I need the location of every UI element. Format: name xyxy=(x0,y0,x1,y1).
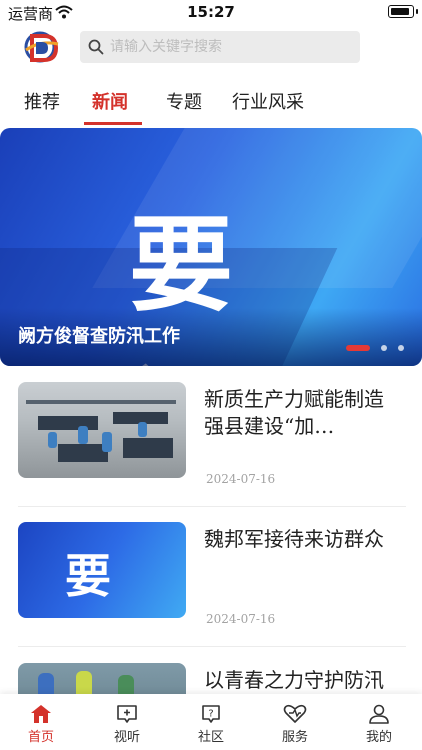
carousel-dot[interactable] xyxy=(380,344,387,351)
news-title[interactable]: 新质生产力赋能制造强县建设“加… xyxy=(204,386,394,440)
tab-industry[interactable]: 行业风采 xyxy=(232,88,304,114)
thumbnail-text: 要 闻 xyxy=(65,549,139,618)
top-bar xyxy=(0,26,422,74)
bottom-tab-bar: 首页 视听 ? 社区 服务 我的 xyxy=(0,694,422,750)
news-item[interactable]: 新质生产力赋能制造强县建设“加… 2024-07-16 xyxy=(18,382,406,492)
tabbar-item-service[interactable]: 服务 xyxy=(260,698,330,745)
tabbar-item-community[interactable]: ? 社区 xyxy=(176,698,246,745)
battery-tip xyxy=(416,9,418,14)
news-thumbnail[interactable]: 要 闻 xyxy=(18,522,186,618)
profile-icon xyxy=(369,704,389,724)
svg-text:?: ? xyxy=(208,709,213,720)
divider xyxy=(18,506,406,507)
tabbar-label: 服务 xyxy=(281,730,308,745)
search-input[interactable] xyxy=(110,31,350,63)
clock: 15:27 xyxy=(187,3,235,21)
news-title[interactable]: 魏邦军接待来访群众 xyxy=(204,526,394,580)
banner-carousel[interactable]: 要 闻 阙方俊督查防汛工作 xyxy=(0,128,422,366)
search-icon[interactable] xyxy=(88,39,104,59)
status-bar: 运营商 15:27 xyxy=(0,0,422,26)
tabbar-label: 首页 xyxy=(27,730,54,745)
news-thumbnail-factory[interactable] xyxy=(18,382,186,478)
tabbar-label: 我的 xyxy=(365,730,392,745)
carousel-dot-active[interactable] xyxy=(345,344,370,351)
carousel-dot[interactable] xyxy=(398,344,404,351)
active-tab-indicator xyxy=(84,122,142,125)
service-heart-icon xyxy=(283,704,307,723)
tab-news[interactable]: 新闻 xyxy=(92,88,128,114)
tab-recommend[interactable]: 推荐 xyxy=(24,88,60,114)
tabbar-item-profile[interactable]: 我的 xyxy=(344,698,414,745)
search-bar[interactable] xyxy=(80,31,360,63)
news-date: 2024-07-16 xyxy=(206,472,276,486)
news-date: 2024-07-16 xyxy=(206,612,276,626)
tabbar-label: 视听 xyxy=(113,730,140,745)
banner-caption[interactable]: 阙方俊督查防汛工作 xyxy=(18,322,180,348)
category-tabs: 推荐 新闻 专题 行业风采 xyxy=(0,78,422,128)
carousel-indicator xyxy=(340,337,404,356)
battery-icon xyxy=(388,5,414,18)
home-icon xyxy=(31,705,51,723)
tabbar-label: 社区 xyxy=(197,730,224,745)
divider xyxy=(18,646,406,647)
news-item[interactable]: 要 闻 魏邦军接待来访群众 2024-07-16 xyxy=(18,522,406,632)
community-icon: ? xyxy=(202,705,220,723)
tab-topics[interactable]: 专题 xyxy=(166,88,202,114)
tabbar-item-home[interactable]: 首页 xyxy=(6,698,76,745)
tabbar-item-video[interactable]: 视听 xyxy=(92,698,162,745)
video-icon xyxy=(117,705,137,723)
app-logo-icon[interactable] xyxy=(18,30,62,68)
